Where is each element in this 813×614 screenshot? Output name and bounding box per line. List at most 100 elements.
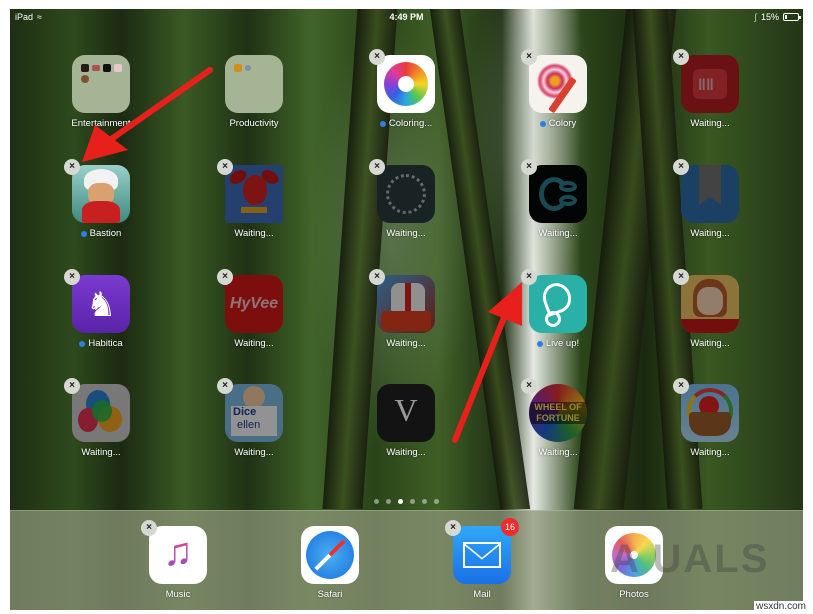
app-label: Productivity [229,118,279,129]
delete-app-button[interactable]: × [217,269,233,285]
dice-ellen-icon: Dice ellen [225,384,283,442]
delete-app-button[interactable]: × [369,49,385,65]
status-time: 4:49 PM [389,12,424,22]
app-label: Waiting... [690,118,730,129]
app-label: Waiting... [538,228,578,239]
app-label: Safari [317,589,343,600]
app-waiting[interactable]: × HyVee Waiting... [209,269,299,349]
delete-app-button[interactable]: × [673,269,689,285]
app-label: Entertainment [71,118,131,129]
app-waiting[interactable]: × WHEEL OF FORTUNE Waiting... [513,378,603,458]
delete-app-button[interactable]: × [217,378,233,394]
new-app-dot [80,230,87,237]
page-dot[interactable] [434,499,439,504]
delete-app-button[interactable]: × [64,159,80,175]
app-waiting[interactable]: × Waiting... [665,378,755,458]
mandala-pencil-icon [529,55,587,113]
hyvee-logo-icon: HyVee [225,275,283,333]
hyvee-logo-text: HyVee [229,295,279,312]
app-label: Bastion [89,228,122,239]
dock-app-safari[interactable]: Safari [285,526,375,600]
app-live-up[interactable]: × Live up! [513,269,603,349]
folder-entertainment[interactable]: Entertainment [56,55,146,129]
delete-app-button[interactable]: × [141,520,157,536]
app-label: Coloring... [388,118,433,129]
app-label: Waiting... [234,447,274,458]
app-waiting[interactable]: × Waiting... [513,159,603,239]
app-waiting[interactable]: × Waiting... [665,269,755,349]
red-bird-icon [225,165,283,223]
app-label: Waiting... [538,447,578,458]
loop-logo-icon [529,165,587,223]
app-label: Habitica [88,338,123,349]
watermark-site: wsxdn.com [753,601,808,612]
delete-app-button[interactable]: × [217,159,233,175]
delete-app-button[interactable]: × [445,520,461,536]
folder-productivity[interactable]: Productivity [209,55,299,129]
delete-app-button[interactable]: × [521,269,537,285]
wheel-of-fortune-icon: WHEEL OF FORTUNE [529,384,587,442]
bastion-character-icon [72,165,130,223]
bookmark-icon [681,165,739,223]
mail-envelope-icon [453,526,511,584]
delete-app-button[interactable]: × [673,378,689,394]
new-app-dot [539,120,546,127]
delete-app-button[interactable]: × [369,159,385,175]
page-dot[interactable] [410,499,415,504]
app-waiting[interactable]: × Waiting... [209,159,299,239]
bluetooth-icon: ∫ [754,12,757,22]
app-habitica[interactable]: × ♞ Habitica [56,269,146,349]
mii-avatar-icon [681,275,739,333]
red-stripes-app-icon: ‖‖ [681,55,739,113]
battery-icon [783,13,801,21]
griffin-icon: ♞ [72,275,130,333]
status-bar: iPad ≈ 4:49 PM ∫ 15% [10,9,803,27]
page-dot[interactable] [398,499,403,504]
ellen-text: ellen [237,419,261,431]
app-label: Waiting... [386,447,426,458]
app-label: Colory [548,118,577,129]
app-waiting[interactable]: × Waiting... [665,159,755,239]
app-waiting[interactable]: × Waiting... [56,378,146,458]
dice-text: Dice [233,406,257,418]
page-dot[interactable] [374,499,379,504]
app-label: Waiting... [690,228,730,239]
new-app-dot [536,340,543,347]
football-game-icon [377,275,435,333]
dock-app-music[interactable]: × ♫ Music [133,520,223,600]
app-label: Waiting... [386,338,426,349]
delete-app-button[interactable]: × [673,159,689,175]
delete-app-button[interactable]: × [673,49,689,65]
ipad-home-screen: iPad ≈ 4:49 PM ∫ 15% Entertainment Produ… [10,9,803,610]
app-label: Waiting... [81,447,121,458]
page-dot[interactable] [422,499,427,504]
mandala-color-wheel-icon [377,55,435,113]
app-label: Waiting... [234,338,274,349]
app-bastion[interactable]: × Bastion [56,159,146,239]
page-indicator[interactable] [10,499,803,504]
delete-app-button[interactable]: × [521,378,537,394]
fruit-basket-icon [681,384,739,442]
app-waiting[interactable]: V Waiting... [361,384,451,458]
app-coloring[interactable]: × Coloring... [361,49,451,129]
dock-app-mail[interactable]: × 16 Mail [437,518,527,600]
app-waiting[interactable]: × Waiting... [361,159,451,239]
delete-app-button[interactable]: × [64,378,80,394]
leaf-icon [529,275,587,333]
app-waiting[interactable]: × ‖‖ Waiting... [665,49,755,129]
page-dot[interactable] [386,499,391,504]
app-waiting[interactable]: × Dice ellen Waiting... [209,378,299,458]
folder-icon [225,55,283,113]
delete-app-button[interactable]: × [521,49,537,65]
delete-app-button[interactable]: × [369,269,385,285]
app-colory[interactable]: × Colory [513,49,603,129]
app-label: Waiting... [690,447,730,458]
app-waiting[interactable]: × Waiting... [361,269,451,349]
app-label: Waiting... [234,228,274,239]
app-label: Live up! [545,338,580,349]
delete-app-button[interactable]: × [64,269,80,285]
v-letter: V [394,392,418,428]
folder-icon [72,55,130,113]
delete-app-button[interactable]: × [521,159,537,175]
letter-v-icon: V [377,384,435,442]
